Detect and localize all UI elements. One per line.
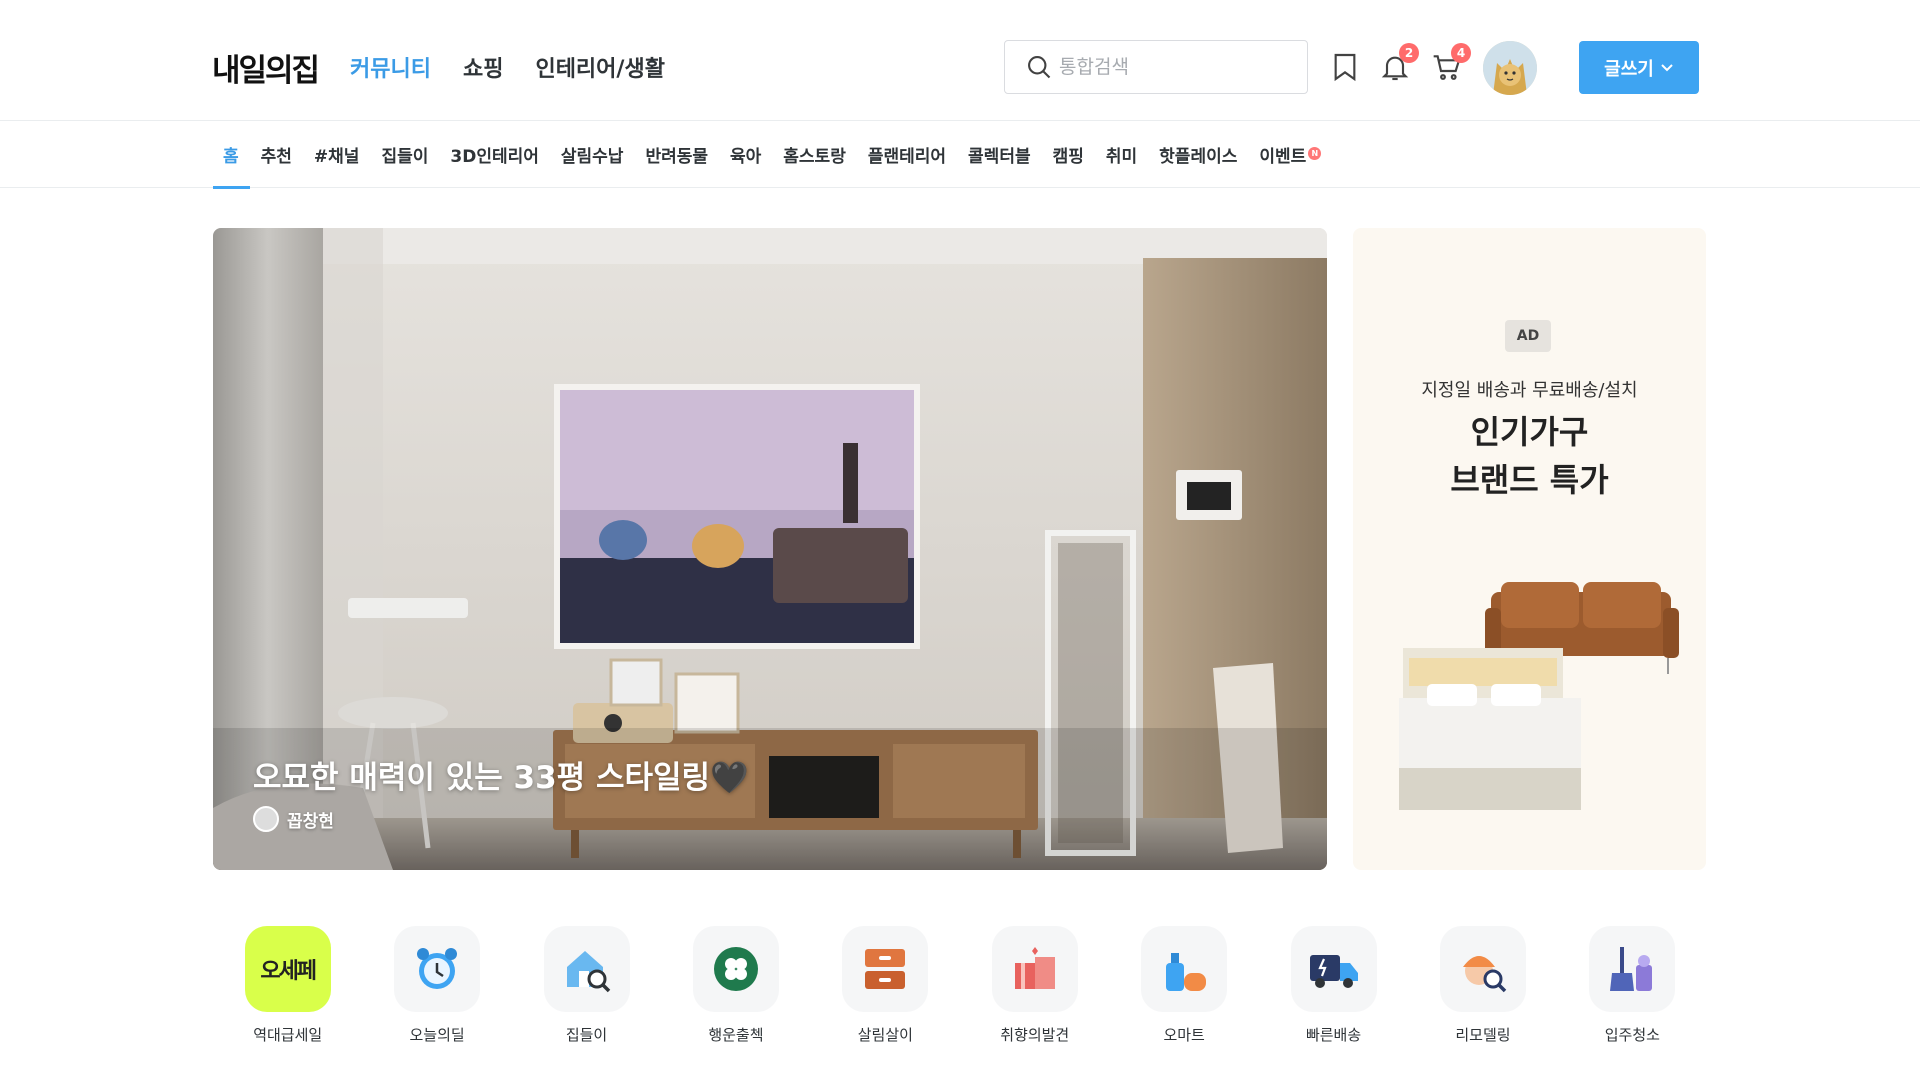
bookmark-icon (1334, 53, 1356, 82)
category-label: 살림살이 (857, 1026, 913, 1044)
alarm-clock-icon (394, 926, 481, 1012)
subnav-item-hotplace[interactable]: 핫플레이스 (1148, 121, 1248, 188)
category-item[interactable]: 빠른배송 (1259, 926, 1408, 1056)
subnav-item-planterior[interactable]: 플랜테리어 (857, 121, 957, 188)
write-button-label: 글쓰기 (1604, 58, 1654, 80)
broom-icon (1589, 926, 1676, 1012)
top-header: 내일의집 커뮤니티 쇼핑 인테리어/생활 2 4 (0, 0, 1920, 121)
subnav-item-event[interactable]: 이벤트 N (1248, 121, 1332, 188)
subnav-item-event-label: 이벤트 (1259, 147, 1307, 167)
search-icon (1028, 56, 1051, 79)
subnav-item-home[interactable]: 홈 (213, 121, 250, 189)
worker-icon (1439, 926, 1526, 1012)
category-label: 역대급세일 (253, 1026, 323, 1044)
nav-shopping[interactable]: 쇼핑 (463, 51, 503, 83)
author-name: 꼽창현 (287, 811, 334, 832)
search-input[interactable] (1059, 56, 1299, 78)
cart-badge: 4 (1451, 43, 1471, 63)
ad-banner[interactable]: AD 지정일 배송과 무료배송/설치 인기가구 브랜드 특가 (1353, 228, 1706, 870)
category-label: 오마트 (1163, 1026, 1205, 1044)
subnav-item-recommend[interactable]: 추천 (250, 121, 303, 188)
category-item[interactable]: 오늘의딜 (362, 926, 511, 1056)
category-item[interactable]: 리모델링 (1408, 926, 1557, 1056)
new-badge: N (1308, 147, 1322, 160)
subnav-item-channel[interactable]: #채널 (303, 121, 371, 188)
main-nav: 커뮤니티 쇼핑 인테리어/생활 (350, 51, 665, 83)
notification-badge: 2 (1399, 43, 1419, 63)
nav-community[interactable]: 커뮤니티 (350, 51, 431, 83)
bottles-icon (1141, 926, 1228, 1012)
drawer-icon (842, 926, 929, 1012)
category-label: 입주청소 (1604, 1026, 1660, 1044)
category-label: 오늘의딜 (409, 1026, 465, 1044)
category-label: 집들이 (565, 1026, 608, 1044)
ad-tag: AD (1505, 320, 1551, 352)
chevron-down-icon (1661, 63, 1673, 71)
nav-interior-life[interactable]: 인테리어/생활 (535, 51, 664, 83)
category-item[interactable]: 오세페 역대급세일 (213, 926, 362, 1056)
category-item[interactable]: 오마트 (1109, 926, 1258, 1056)
hero-banner[interactable]: 오묘한 매력이 있는 33평 스타일링🖤 꼽창현 (213, 228, 1327, 870)
sale-logo-icon: 오세페 (244, 926, 331, 1012)
category-item[interactable]: 취향의발견 (960, 926, 1109, 1056)
cart-button[interactable]: 4 (1428, 43, 1471, 86)
delivery-truck-icon (1290, 926, 1377, 1012)
category-label: 리모델링 (1455, 1026, 1511, 1044)
category-label: 빠른배송 (1305, 1026, 1362, 1044)
notification-button[interactable]: 2 (1376, 43, 1419, 86)
subnav-item-housewarming[interactable]: 집들이 (370, 121, 439, 188)
subnav-item-parenting[interactable]: 육아 (719, 121, 772, 188)
hero-author[interactable]: 꼽창현 (253, 806, 334, 832)
subnav-item-storage[interactable]: 살림수납 (550, 121, 635, 188)
gift-boxes-icon (991, 926, 1078, 1012)
subnav-item-pets[interactable]: 반려동물 (634, 121, 719, 188)
search-box[interactable] (1004, 40, 1308, 94)
user-avatar[interactable] (1483, 41, 1537, 95)
avatar-image (1483, 41, 1537, 95)
community-subnav: 홈 추천 #채널 집들이 3D인테리어 살림수납 반려동물 육아 홈스토랑 플랜… (0, 121, 1920, 189)
subnav-item-camping[interactable]: 캠핑 (1042, 121, 1095, 188)
category-shortcuts: 오세페 역대급세일 오늘의딜 집들이 행운출첵 살림살이 취향의발견 오마트 빠… (213, 926, 1707, 1056)
ad-title-line2: 브랜드 특가 (1450, 461, 1609, 499)
ad-title-line1: 인기가구 (1470, 413, 1589, 451)
category-item[interactable]: 입주청소 (1558, 926, 1707, 1056)
ad-title: 인기가구 브랜드 특가 (1353, 408, 1706, 504)
subnav-item-3d-interior[interactable]: 3D인테리어 (439, 121, 550, 188)
subnav-item-collectible[interactable]: 콜렉터블 (957, 121, 1042, 188)
subnav-item-hobby[interactable]: 취미 (1095, 121, 1148, 188)
write-button[interactable]: 글쓰기 (1579, 41, 1699, 94)
subnav-item-home-restaurant[interactable]: 홈스토랑 (772, 121, 857, 188)
hero-title: 오묘한 매력이 있는 33평 스타일링🖤 (253, 760, 749, 796)
category-label: 취향의발견 (1000, 1026, 1070, 1044)
category-item[interactable]: 행운출첵 (661, 926, 810, 1056)
category-item[interactable]: 집들이 (512, 926, 661, 1056)
category-item[interactable]: 살림살이 (811, 926, 960, 1056)
clover-icon (692, 926, 779, 1012)
category-label: 행운출첵 (708, 1026, 764, 1044)
ad-furniture-image (1399, 582, 1679, 810)
author-avatar (253, 806, 279, 832)
ad-subtitle: 지정일 배송과 무료배송/설치 (1421, 380, 1638, 401)
house-search-icon (543, 926, 630, 1012)
logo[interactable]: 내일의집 (212, 45, 320, 90)
bookmark-button[interactable] (1326, 48, 1364, 86)
